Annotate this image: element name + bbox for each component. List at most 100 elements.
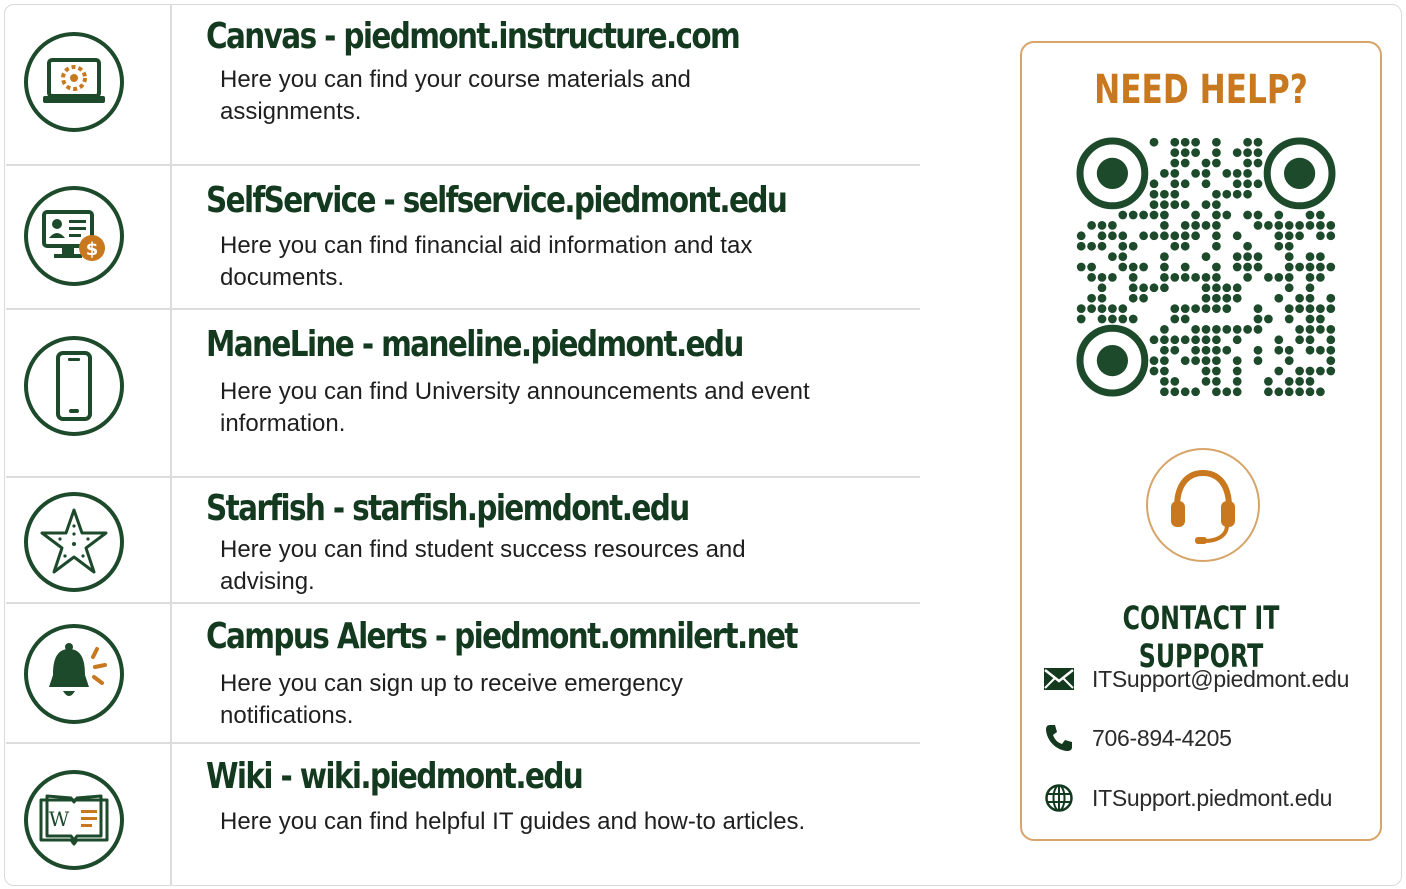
phone-contact[interactable]: 706-894-4205: [1042, 720, 1232, 756]
qr-module: [1212, 335, 1221, 345]
qr-module: [1295, 231, 1304, 241]
qr-module: [1180, 221, 1190, 230]
resource-row-wiki: W Wiki - wiki.piedmont.edu Here you can …: [6, 744, 920, 886]
qr-module: [1108, 273, 1117, 282]
qr-module: [1087, 262, 1096, 272]
qr-module: [1305, 210, 1315, 220]
qr-module: [1191, 387, 1200, 397]
qr-module: [1284, 273, 1294, 282]
qr-module: [1264, 314, 1273, 324]
qr-module: [1149, 137, 1159, 147]
qr-module: [1243, 189, 1252, 199]
icon-column: $: [6, 166, 172, 308]
qr-module: [1295, 366, 1304, 376]
qr-module: [1087, 273, 1096, 282]
qr-module: [1201, 345, 1211, 355]
qr-module: [1284, 356, 1294, 365]
qr-module: [1160, 262, 1169, 272]
qr-module: [1149, 335, 1159, 345]
qr-module: [1232, 387, 1242, 397]
qr-module: [1253, 137, 1263, 147]
qr-module: [1128, 273, 1138, 282]
resource-description: Here you can sign up to receive emergenc…: [220, 670, 683, 729]
qr-module: [1160, 273, 1169, 282]
qr-module: [1212, 241, 1221, 251]
qr-module: [1191, 221, 1200, 230]
qr-module: [1253, 210, 1263, 220]
qr-module: [1087, 221, 1096, 230]
qr-module: [1326, 345, 1336, 355]
qr-module: [1160, 356, 1169, 365]
qr-module: [1212, 148, 1221, 157]
email-link[interactable]: ITSupport@piedmont.edu: [1092, 666, 1349, 693]
qr-module: [1201, 179, 1211, 189]
resource-description: Here you can find your course materials …: [220, 66, 691, 125]
qr-module: [1097, 293, 1107, 303]
qr-module: [1274, 210, 1284, 220]
qr-module: [1118, 262, 1128, 272]
qr-module: [1295, 262, 1304, 272]
qr-module: [1128, 314, 1138, 324]
help-panel: NEED HELP? CONTACT IT SUPPORT ITSupport@…: [1020, 41, 1382, 841]
laptop-canvas-icon: [24, 32, 124, 132]
qr-module: [1212, 293, 1221, 303]
qr-module: [1170, 304, 1180, 313]
qr-module: [1149, 210, 1159, 220]
qr-module: [1170, 377, 1180, 386]
qr-code[interactable]: [1076, 137, 1336, 402]
resource-title: ManeLine - maneline.piedmont.edu: [206, 324, 744, 365]
qr-module: [1170, 179, 1180, 189]
resource-row-selfservice: $ SelfService - selfservice.piedmont.edu…: [6, 166, 920, 310]
qr-module: [1295, 293, 1304, 303]
website-link[interactable]: ITSupport.piedmont.edu: [1092, 785, 1332, 812]
qr-module: [1212, 231, 1221, 241]
qr-finder-dot: [1096, 345, 1128, 377]
qr-module: [1274, 366, 1284, 376]
qr-module: [1232, 335, 1242, 345]
resource-description: Here you can find financial aid informat…: [220, 232, 753, 291]
resource-description: Here you can find University announcemen…: [220, 378, 810, 437]
envelope-icon: [1042, 662, 1076, 696]
qr-module: [1222, 283, 1232, 293]
qr-module: [1253, 148, 1263, 157]
qr-module: [1201, 325, 1211, 334]
qr-module: [1284, 221, 1294, 230]
qr-module: [1212, 273, 1221, 282]
qr-module: [1160, 252, 1169, 261]
qr-module: [1274, 221, 1284, 230]
qr-module: [1232, 231, 1242, 241]
resource-title: Canvas - piedmont.instructure.com: [206, 16, 741, 57]
qr-module: [1295, 221, 1304, 230]
qr-module: [1316, 273, 1325, 282]
qr-module: [1170, 189, 1180, 199]
website-contact[interactable]: ITSupport.piedmont.edu: [1042, 780, 1332, 816]
qr-module: [1076, 262, 1086, 272]
qr-module: [1316, 304, 1325, 313]
qr-module: [1316, 231, 1325, 241]
qr-module: [1243, 210, 1252, 220]
qr-module: [1160, 210, 1169, 220]
email-contact[interactable]: ITSupport@piedmont.edu: [1042, 661, 1349, 697]
qr-module: [1326, 221, 1336, 230]
qr-module: [1118, 252, 1128, 261]
qr-module: [1201, 304, 1211, 313]
qr-module: [1222, 304, 1232, 313]
qr-module: [1191, 356, 1200, 365]
qr-module: [1160, 325, 1169, 334]
qr-module: [1201, 356, 1211, 365]
qr-module: [1284, 231, 1294, 241]
qr-module: [1305, 325, 1315, 334]
qr-module: [1305, 283, 1315, 293]
qr-module: [1139, 210, 1148, 220]
qr-module: [1232, 377, 1242, 386]
phone-number[interactable]: 706-894-4205: [1092, 725, 1232, 752]
qr-module: [1160, 169, 1169, 178]
qr-module: [1295, 387, 1304, 397]
qr-module: [1170, 241, 1180, 251]
smartphone-icon: [24, 336, 124, 436]
alert-bell-icon: [24, 624, 124, 724]
qr-module: [1180, 158, 1190, 168]
qr-module: [1274, 335, 1284, 345]
qr-module: [1191, 231, 1200, 241]
qr-module: [1222, 387, 1232, 397]
